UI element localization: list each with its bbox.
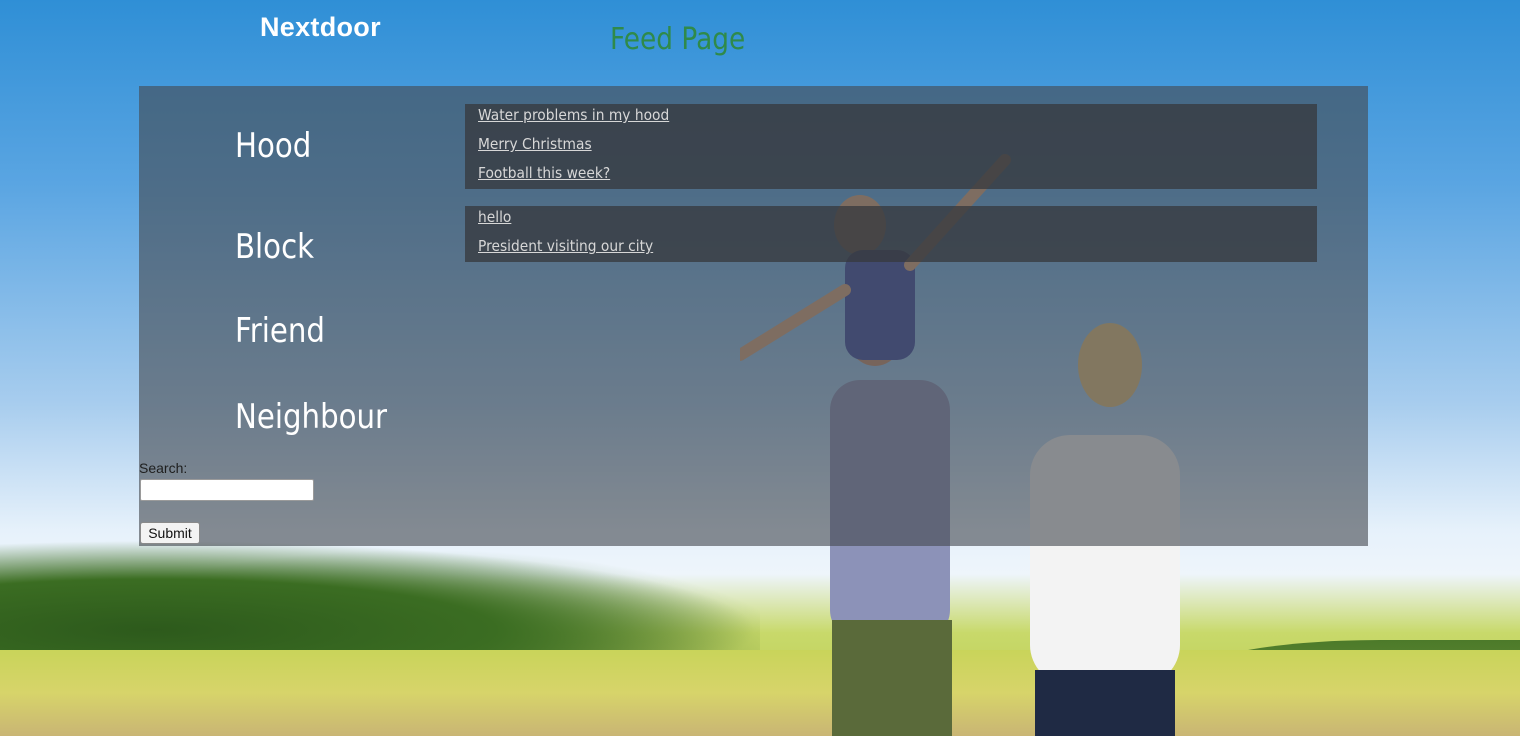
feed-link[interactable]: hello — [478, 207, 511, 227]
nav-neighbour[interactable]: Neighbour — [235, 397, 387, 437]
nav-block[interactable]: Block — [235, 227, 314, 267]
feed-link[interactable]: Merry Christmas — [478, 134, 592, 154]
search-input[interactable] — [140, 479, 314, 501]
nav-friend[interactable]: Friend — [235, 311, 325, 351]
feed-panel: Hood Block Friend Neighbour Water proble… — [139, 86, 1368, 546]
submit-button[interactable]: Submit — [140, 522, 200, 544]
brand-logo: Nextdoor — [260, 12, 381, 42]
hood-feed-list: Water problems in my hood Merry Christma… — [465, 104, 1317, 189]
page-title: Feed Page — [610, 22, 746, 57]
feed-link[interactable]: Football this week? — [478, 163, 610, 183]
search-label: Search: — [139, 460, 188, 476]
block-feed-list: hello President visiting our city — [465, 206, 1317, 262]
feed-link[interactable]: President visiting our city — [478, 236, 653, 256]
feed-link[interactable]: Water problems in my hood — [478, 105, 669, 125]
nav-hood[interactable]: Hood — [235, 126, 311, 166]
